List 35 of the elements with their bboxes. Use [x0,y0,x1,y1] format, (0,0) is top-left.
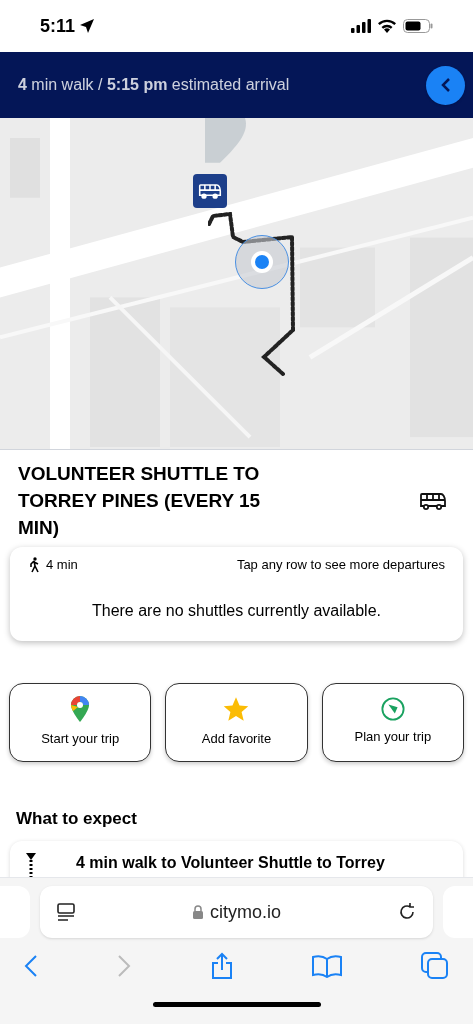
bus-icon [419,490,447,511]
wifi-icon [377,19,397,33]
walk-time: 4 min [46,556,78,574]
departures-hint: Tap any row to see more departures [236,556,445,574]
star-icon [222,695,251,724]
map-pin-icon [70,695,91,724]
chevron-left-icon [439,77,452,93]
action-button[interactable]: Add favorite [165,682,308,762]
battery-icon [403,19,433,33]
arrival-summary: 4 min walk / 5:15 pm estimated arrival [18,75,290,95]
bus-icon [198,181,222,201]
status-time: 5:11 [40,14,76,38]
url-text: citymo.io [210,900,281,924]
action-button[interactable]: Plan your trip [321,682,464,762]
back-button[interactable] [426,65,465,105]
walking-person-icon [28,556,40,573]
action-button[interactable]: Start your trip [9,682,152,762]
tabs-icon[interactable] [421,952,449,980]
location-arrow-icon [79,18,96,34]
compass-icon [380,697,405,722]
address-bar[interactable]: citymo.io [40,886,433,938]
bus-stop-marker[interactable] [193,174,227,208]
reader-icon [56,903,76,921]
book-icon[interactable] [312,954,343,978]
reload-icon[interactable] [397,902,417,922]
back-icon[interactable] [24,954,38,978]
section-heading: What to expect [15,807,138,830]
no-shuttles-message: There are no shuttles currently available. [90,600,382,621]
lock-icon [192,905,204,919]
step-description: 4 min walk to Volunteer Shuttle to Torrey [76,853,385,873]
share-icon[interactable] [209,952,234,980]
route-title: VOLUNTEER SHUTTLE TO TORREY PINES (EVERY 15 MIN) [18,462,262,540]
current-location-marker [235,235,289,289]
signal-icon [351,19,371,33]
timeline-marker-icon [26,853,36,877]
